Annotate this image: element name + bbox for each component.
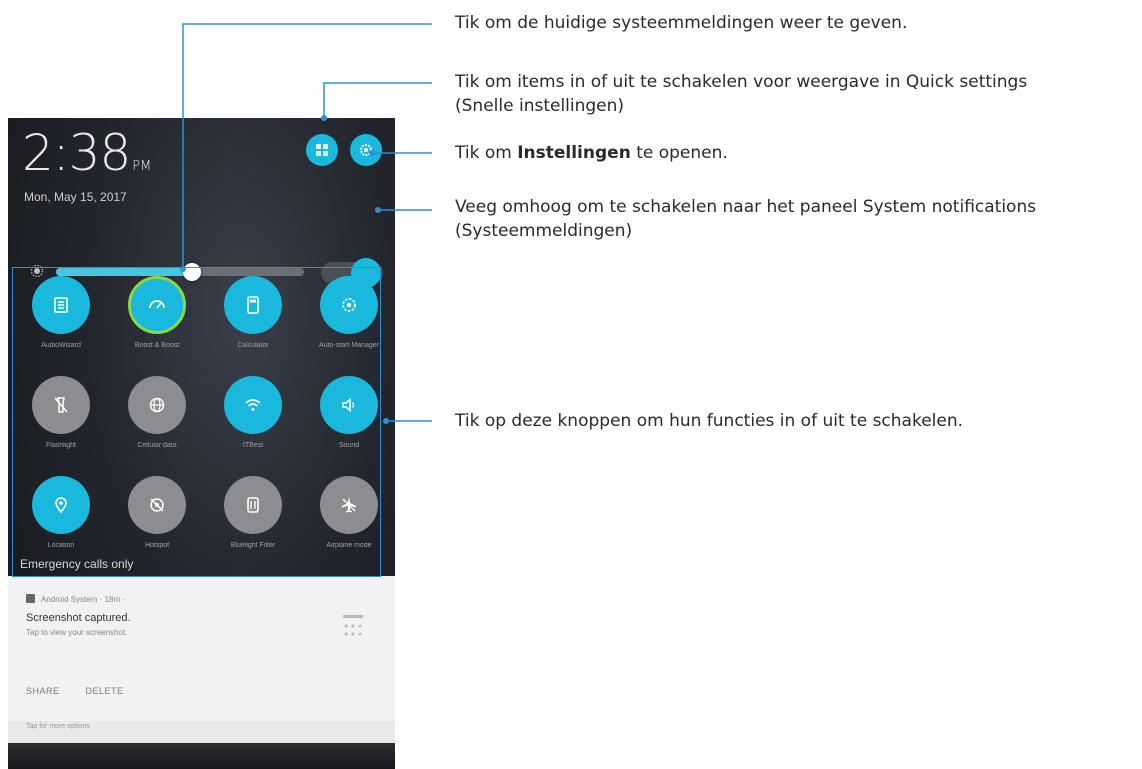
callout-settings-bold: Instellingen (517, 143, 631, 163)
callout-toggles: Tik op deze knoppen om hun functies in o… (455, 411, 964, 431)
callout-dot-swipe (375, 207, 381, 213)
callout-dot-notifications (180, 266, 186, 272)
callout-swipe-line2: (Systeemmeldingen) (455, 221, 633, 241)
callout-line-edit (323, 82, 432, 118)
callout-settings-suffix: te openen. (630, 143, 728, 163)
callout-notifications: Tik om de huidige systeemmeldingen weer … (455, 13, 908, 33)
callout-dot-settings (369, 150, 375, 156)
callout-quick-settings: Tik om items in of uit te schakelen voor… (455, 70, 1027, 118)
callout-quick-settings-line2: (Snelle instellingen) (455, 96, 625, 116)
callout-swipe-line1: Veeg omhoog om te schakelen naar het pan… (455, 197, 1037, 217)
callout-settings: Tik om Instellingen te openen. (455, 141, 728, 165)
callout-quick-settings-line1: Tik om items in of uit te schakelen voor… (455, 72, 1028, 92)
callout-dot-toggles (383, 418, 389, 424)
callout-dot-edit (321, 115, 327, 121)
callout-settings-prefix: Tik om (455, 143, 518, 163)
callout-line-notifications (182, 23, 432, 269)
callout-swipe: Veeg omhoog om te schakelen naar het pan… (455, 195, 1036, 243)
